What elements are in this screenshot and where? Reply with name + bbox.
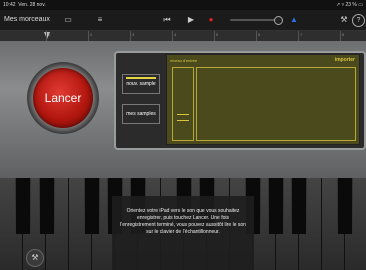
launch-button[interactable]: Lancer	[33, 68, 93, 128]
rewind-icon[interactable]: ⏮	[160, 14, 174, 26]
piano-key-black[interactable]	[291, 178, 307, 234]
volume-slider-knob[interactable]	[274, 16, 283, 25]
piano-key-black[interactable]	[39, 178, 55, 234]
ruler-mark: 6	[258, 32, 261, 37]
ruler-mark: 3	[132, 32, 135, 37]
status-bar: 10:42 Ven. 28 nov. ↗ ▿ 23 % ▭	[0, 0, 366, 10]
wrench-icon[interactable]: ⚒	[338, 14, 350, 26]
help-icon[interactable]: ?	[352, 14, 365, 27]
metronome-icon[interactable]: ▲	[288, 14, 300, 26]
toolbar: Mes morceaux ▭ ≡ ⏮ ▶ ● ▲ ⚒ ?	[0, 10, 366, 31]
mixer-icon[interactable]: ≡	[94, 14, 106, 26]
ruler-mark: 7	[300, 32, 303, 37]
ruler-mark: 2	[90, 32, 93, 37]
input-level-label: niveau d'entrée	[170, 58, 198, 63]
my-songs-button[interactable]: Mes morceaux	[4, 14, 50, 26]
status-time-date: 10:42 Ven. 28 nov.	[3, 0, 46, 10]
import-button[interactable]: importer	[335, 57, 355, 63]
record-icon[interactable]: ●	[205, 14, 217, 26]
instruction-overlay: Orientez votre iPad vers le son que vous…	[112, 196, 254, 270]
piano-key-black[interactable]	[337, 178, 353, 234]
piano-key-black[interactable]	[84, 178, 100, 234]
meter-segment	[177, 114, 189, 115]
meter-segment	[177, 120, 189, 121]
status-time: 10:42	[3, 2, 16, 8]
ruler-mark: 5	[216, 32, 219, 37]
ruler-mark: 1	[48, 32, 51, 37]
instruction-text: Orientez votre iPad vers le son que vous…	[120, 208, 246, 235]
wrench-icon: ⚒	[31, 253, 39, 262]
ruler-mark: 4	[174, 32, 177, 37]
piano-key-black[interactable]	[268, 178, 284, 234]
piano-key-black[interactable]	[15, 178, 31, 234]
volume-slider[interactable]	[230, 16, 283, 25]
status-indicators: ↗ ▿ 23 % ▭	[336, 2, 363, 8]
new-sample-indicator	[126, 77, 156, 79]
camera-icon[interactable]: ▭	[62, 14, 74, 26]
input-level-meter	[172, 67, 194, 141]
waveform-area	[196, 67, 356, 141]
my-samples-button[interactable]: mes samples	[122, 104, 160, 124]
status-date: Ven. 28 nov.	[18, 2, 46, 8]
keyboard-settings-button[interactable]: ⚒	[26, 249, 44, 267]
play-icon[interactable]: ▶	[184, 14, 198, 26]
ruler-mark: 8	[342, 32, 345, 37]
